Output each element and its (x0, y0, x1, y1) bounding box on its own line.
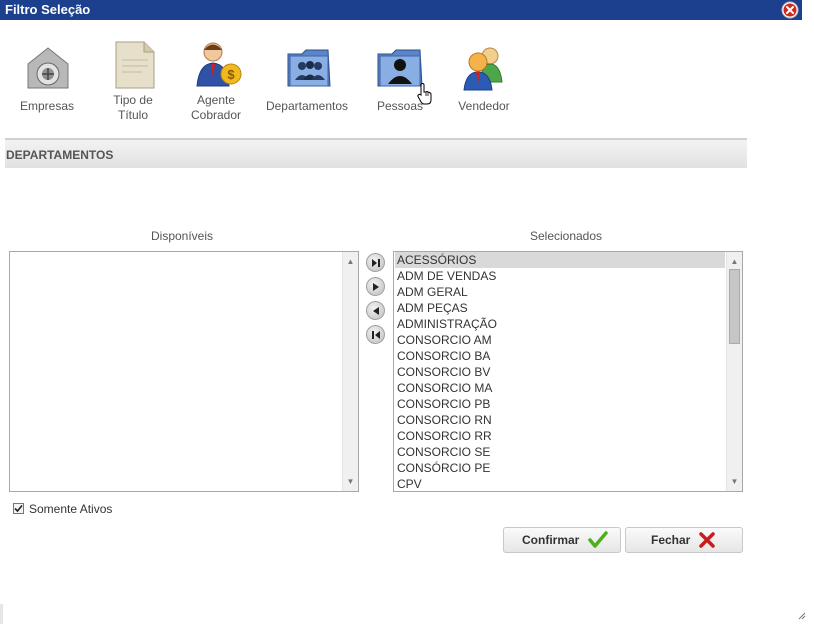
toolbar-label-line1: Agente (196, 93, 236, 107)
list-item[interactable]: CONSORCIO PB (395, 396, 725, 412)
toolbar-agente-cobrador[interactable]: $ Agente Cobrador (186, 38, 246, 122)
list-item[interactable]: CONSORCIO BA (395, 348, 725, 364)
list-item[interactable]: ADMINISTRAÇÃO (395, 316, 725, 332)
sellers-icon (463, 47, 503, 91)
selected-scrollbar[interactable]: ▲ ▼ (726, 252, 742, 491)
agent-collector-icon: $ (196, 42, 242, 87)
list-item[interactable]: CONSORCIO RR (395, 428, 725, 444)
list-item[interactable]: ACESSÓRIOS (395, 252, 725, 268)
selected-list[interactable]: ACESSÓRIOS ADM DE VENDAS ADM GERAL ADM PEÇA… (393, 251, 743, 492)
toolbar-empresas[interactable]: Empresas (16, 38, 78, 116)
scroll-thumb[interactable] (729, 269, 740, 344)
toolbar-label: Departamentos (265, 99, 349, 113)
move-all-left-icon (372, 331, 380, 339)
available-list[interactable]: ▲ ▼ (9, 251, 359, 492)
scroll-up-arrow[interactable]: ▲ (343, 254, 358, 269)
window-title: Filtro Seleção (5, 2, 91, 17)
x-icon (699, 532, 715, 548)
check-icon (14, 504, 23, 513)
move-all-left-button[interactable] (366, 325, 385, 344)
available-scrollbar[interactable]: ▲ ▼ (342, 252, 358, 491)
toolbar-label-line1: Tipo de (113, 93, 153, 107)
list-item[interactable]: CONSORCIO MA (395, 380, 725, 396)
toolbar-tipo-de-titulo[interactable]: Tipo de Título (103, 38, 163, 122)
close-button-label: Fechar (651, 533, 691, 547)
move-left-button[interactable] (366, 301, 385, 320)
window-close-button[interactable] (781, 1, 799, 19)
move-right-button[interactable] (366, 277, 385, 296)
list-item[interactable]: CONSORCIO AM (395, 332, 725, 348)
move-all-right-icon (372, 259, 380, 267)
toolbar-label-line2: Título (117, 108, 148, 122)
somente-ativos-label: Somente Ativos (29, 502, 113, 516)
list-item[interactable]: CPV (395, 476, 725, 491)
list-item[interactable]: ADM GERAL (395, 284, 725, 300)
list-item[interactable]: ADM PEÇAS (395, 300, 725, 316)
confirm-button[interactable]: Confirmar (503, 527, 621, 553)
safe-icon (27, 47, 69, 89)
selected-title: Selecionados (529, 229, 603, 243)
left-edge-strip (0, 604, 3, 624)
scroll-down-arrow[interactable]: ▼ (727, 474, 742, 489)
close-icon (781, 1, 799, 19)
confirm-button-label: Confirmar (522, 533, 580, 547)
toolbar-label-line2: Cobrador (190, 108, 242, 122)
list-item[interactable]: CONSORCIO BV (395, 364, 725, 380)
available-title: Disponíveis (150, 229, 214, 243)
department-folder-icon (287, 49, 331, 87)
checkmark-icon (588, 531, 608, 548)
selected-items: ACESSÓRIOS ADM DE VENDAS ADM GERAL ADM PEÇA… (395, 252, 725, 491)
close-button[interactable]: Fechar (625, 527, 743, 553)
move-left-icon (373, 307, 379, 315)
window-titlebar: Filtro Seleção (0, 0, 802, 20)
scroll-down-arrow[interactable]: ▼ (343, 474, 358, 489)
svg-text:$: $ (227, 67, 235, 82)
section-header: DEPARTAMENTOS (5, 138, 747, 168)
list-item[interactable]: ADM DE VENDAS (395, 268, 725, 284)
resize-grip-icon[interactable] (796, 607, 806, 620)
list-item[interactable]: CONSORCIO RN (395, 412, 725, 428)
list-item[interactable]: CONSÓRCIO PE (395, 460, 725, 476)
move-all-right-button[interactable] (366, 253, 385, 272)
toolbar-vendedor[interactable]: Vendedor (455, 38, 513, 116)
section-title: DEPARTAMENTOS (6, 148, 114, 162)
toolbar-label: Empresas (19, 99, 75, 113)
toolbar-departamentos[interactable]: Departamentos (262, 38, 352, 116)
toolbar-pessoas[interactable]: Pessoas (370, 38, 432, 116)
move-right-icon (373, 283, 379, 291)
list-item[interactable]: CONSORCIO SE (395, 444, 725, 460)
toolbar-label: Vendedor (458, 99, 510, 113)
toolbar-label: Pessoas (376, 99, 424, 113)
scroll-up-arrow[interactable]: ▲ (727, 254, 742, 269)
document-icon (115, 41, 155, 89)
somente-ativos-checkbox[interactable] (13, 503, 24, 514)
